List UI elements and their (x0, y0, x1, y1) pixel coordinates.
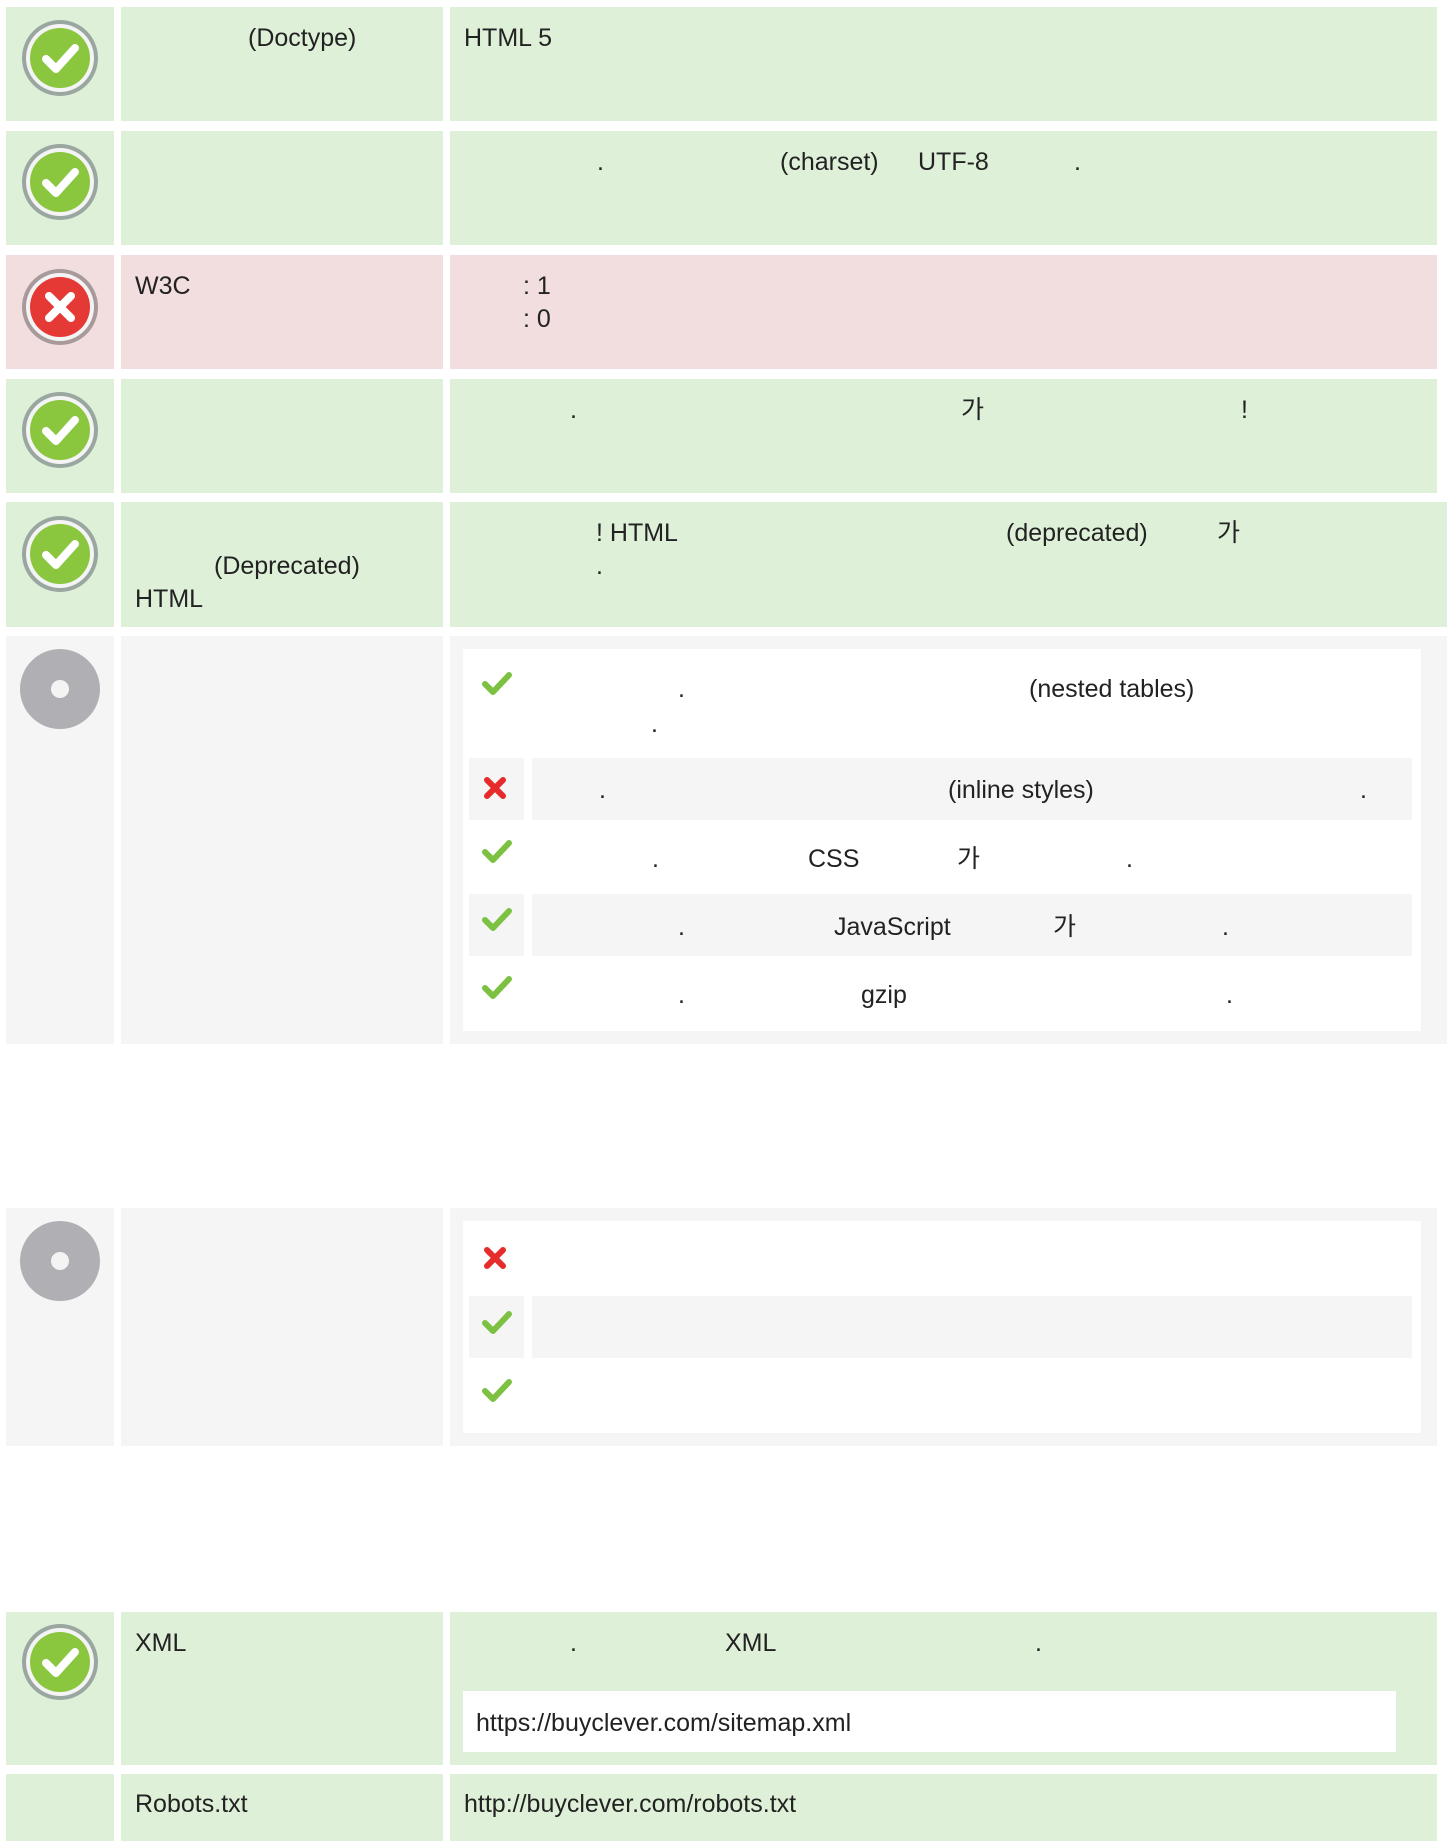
deprecated-text-part: 가 (1217, 519, 1241, 547)
row-second-label-cell (121, 1208, 443, 1446)
check-circle-icon (20, 1622, 100, 1709)
deprecated-label-line: (Deprecated) (214, 552, 360, 580)
cross-mark-icon (484, 1247, 506, 1276)
optimization-item-text: (inline styles) (948, 776, 1094, 804)
check-circle-icon (20, 142, 100, 229)
check-circle-icon (20, 514, 100, 601)
row-robots-icon-cell (6, 1774, 114, 1841)
row-doctype-value-cell (450, 7, 1437, 121)
deprecated-label-line: HTML (135, 585, 204, 613)
optimization-item-text: . (678, 675, 685, 703)
optimization-item-text: . (1126, 845, 1133, 873)
sitemap-label: XML (135, 1629, 187, 1657)
row-4-text-part: ! (1241, 396, 1248, 424)
deprecated-text-part: ! HTML (596, 519, 678, 547)
robots-url-link[interactable]: http://buyclever.com/robots.txt (464, 1788, 796, 1821)
check-mark-icon (482, 671, 512, 704)
second-item-bg (532, 1296, 1412, 1358)
optimization-item-text: . (678, 913, 685, 941)
charset-text-part: (charset) (780, 148, 879, 176)
check-mark-icon (482, 975, 512, 1008)
info-circle-icon (19, 1220, 101, 1309)
robots-label: Robots.txt (135, 1790, 248, 1818)
row-charset-label-cell (121, 131, 443, 245)
row-4-text-part: 가 (961, 396, 985, 424)
check-mark-icon (482, 839, 512, 872)
info-circle-icon (19, 648, 101, 737)
charset-text-part: UTF-8 (918, 148, 989, 176)
check-circle-icon (20, 390, 100, 477)
check-mark-icon (482, 1310, 512, 1343)
charset-text-part: . (1074, 148, 1081, 176)
check-mark-icon (482, 1378, 512, 1411)
optimization-item-text: . (652, 845, 659, 873)
sitemap-text-part: . (1035, 1629, 1042, 1657)
optimization-item-text: JavaScript (834, 913, 951, 941)
optimization-list (463, 649, 1421, 1031)
w3c-label: W3C (135, 272, 191, 300)
doctype-value: HTML 5 (464, 24, 552, 52)
optimization-item-text: 가 (1053, 913, 1077, 941)
doctype-label: (Doctype) (248, 24, 357, 52)
optimization-item-text: . (1360, 776, 1367, 804)
cross-mark-icon (484, 777, 506, 806)
row-4-label-cell (121, 379, 443, 493)
charset-text-part: . (597, 148, 604, 176)
sitemap-url-link[interactable]: https://buyclever.com/sitemap.xml (476, 1707, 851, 1740)
optimization-item-text: . (1222, 913, 1229, 941)
row-4-value-cell (450, 379, 1437, 493)
w3c-errors-count: : 1 (523, 272, 551, 300)
optimization-item-text: . (678, 981, 685, 1009)
row-optimization-label-cell (121, 636, 443, 1044)
check-mark-icon (482, 907, 512, 940)
optimization-item-text: . (651, 710, 658, 738)
optimization-item-text: 가 (957, 845, 981, 873)
sitemap-text-part: XML (725, 1629, 777, 1657)
optimization-item-text: (nested tables) (1029, 675, 1195, 703)
optimization-item-bg (532, 894, 1412, 956)
optimization-item-text: . (599, 776, 606, 804)
deprecated-text-part: (deprecated) (1006, 519, 1148, 547)
deprecated-text-part: . (596, 552, 603, 580)
error-circle-icon (20, 267, 100, 354)
w3c-warnings-count: : 0 (523, 305, 551, 333)
row-w3c-value-cell (450, 255, 1437, 369)
optimization-item-text: . (1226, 981, 1233, 1009)
optimization-item-text: CSS (808, 845, 860, 873)
row-4-text-part: . (570, 396, 577, 424)
sitemap-text-part: . (570, 1629, 577, 1657)
check-circle-icon (20, 18, 100, 105)
optimization-item-text: gzip (861, 981, 907, 1009)
